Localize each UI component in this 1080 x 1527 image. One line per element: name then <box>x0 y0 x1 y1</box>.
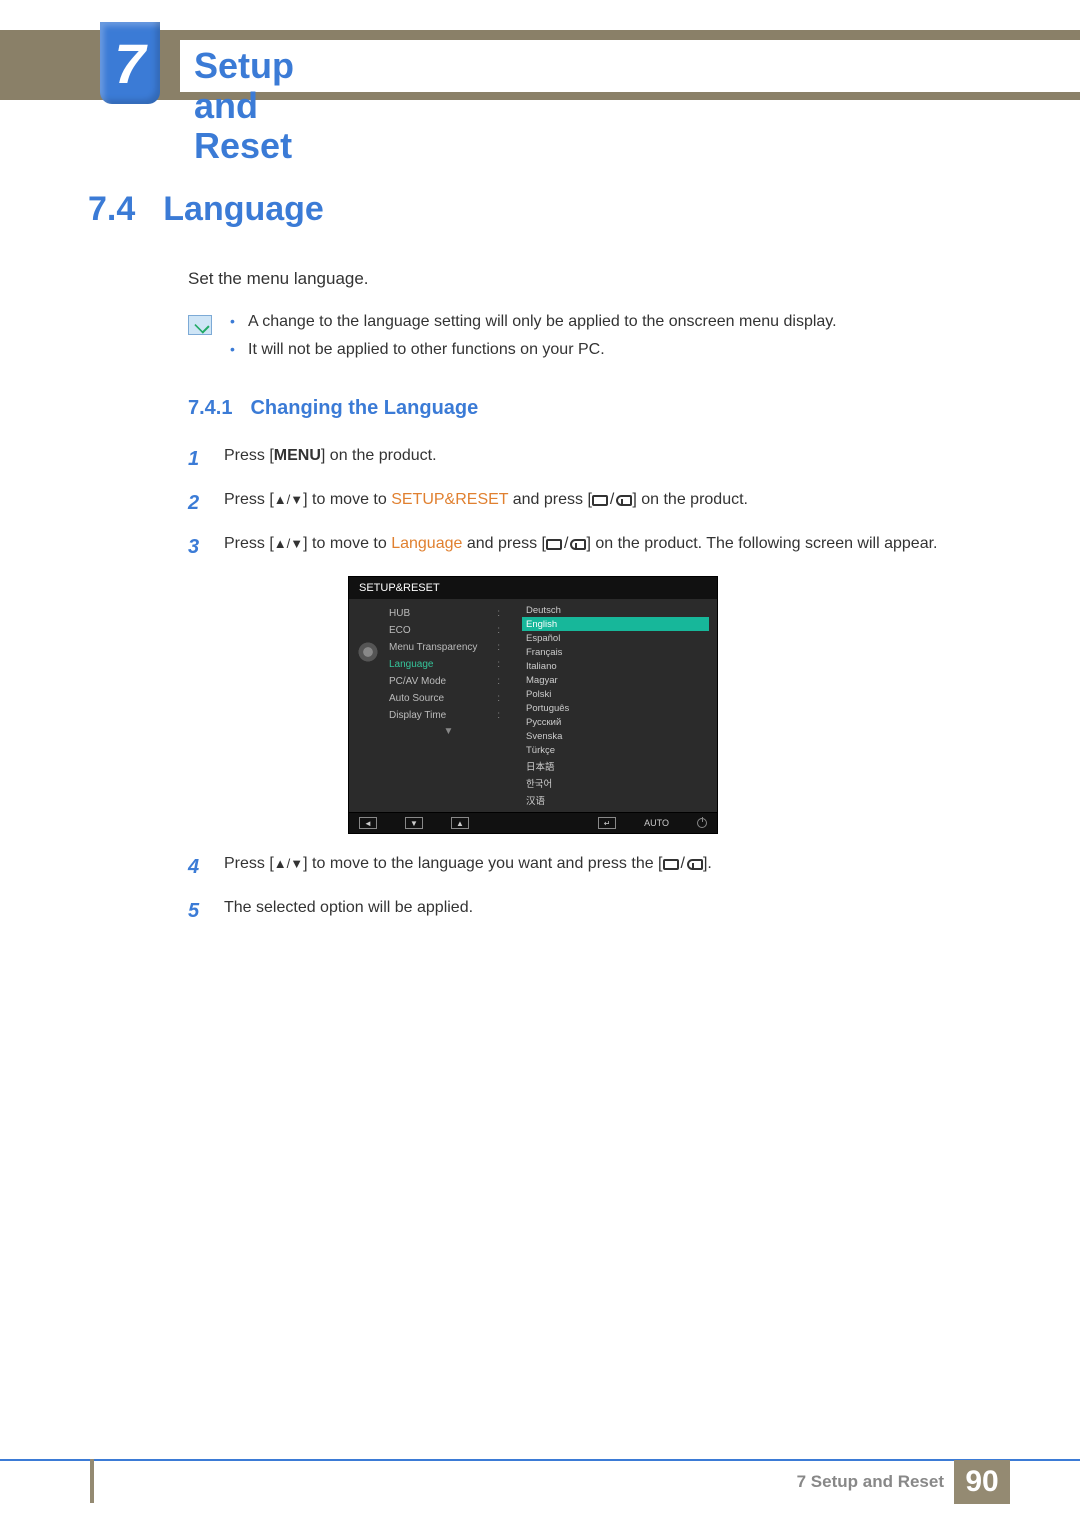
text: ] to move to the language you want and p… <box>303 855 662 872</box>
up-down-icon: ▲/▼ <box>274 490 303 510</box>
osd-back-icon: ◄ <box>359 817 377 829</box>
chapter-number-badge: 7 <box>100 22 160 104</box>
text: Press [ <box>224 855 274 872</box>
osd-up-icon: ▲ <box>451 817 469 829</box>
osd-language-item: Deutsch <box>522 603 709 617</box>
page-content: 7.4 Language Set the menu language. A ch… <box>88 190 1010 940</box>
osd-language-item: Polski <box>522 687 709 701</box>
step-text: Press [▲/▼] to move to SETUP&RESET and p… <box>224 488 748 518</box>
osd-title: SETUP&RESET <box>349 577 717 599</box>
highlight-setup-reset: SETUP&RESET <box>391 491 508 508</box>
osd-language-item: Magyar <box>522 673 709 687</box>
text: ]. <box>703 855 712 872</box>
osd-down-icon: ▼ <box>405 817 423 829</box>
step-number: 1 <box>188 444 206 474</box>
text: and press [ <box>462 535 546 552</box>
step-number: 3 <box>188 532 206 562</box>
step-3: 3 Press [▲/▼] to move to Language and pr… <box>188 532 1010 562</box>
text: Press [ <box>224 491 274 508</box>
text: ] on the product. <box>632 491 748 508</box>
osd-menu-item: ECO <box>389 622 508 639</box>
osd-language-item: 汉语 <box>522 791 709 808</box>
osd-language-item: English <box>522 617 709 631</box>
osd-screenshot: SETUP&RESET HUBECOMenu TransparencyLangu… <box>348 576 1010 834</box>
osd-language-item: Русский <box>522 715 709 729</box>
subsection-number: 7.4.1 <box>188 397 232 420</box>
step-5: 5 The selected option will be applied. <box>188 896 1010 926</box>
note-item: It will not be applied to other function… <box>230 341 837 359</box>
osd-menu-left: HUBECOMenu TransparencyLanguagePC/AV Mod… <box>349 599 514 812</box>
step-number: 5 <box>188 896 206 926</box>
osd-footer: ◄ ▼ ▲ ↵ AUTO <box>349 812 717 833</box>
section-title: Language <box>163 190 324 229</box>
up-down-icon: ▲/▼ <box>274 534 303 554</box>
osd-menu-item: PC/AV Mode <box>389 673 508 690</box>
up-down-icon: ▲/▼ <box>274 854 303 874</box>
osd-language-item: Português <box>522 701 709 715</box>
step-text: Press [▲/▼] to move to Language and pres… <box>224 532 937 562</box>
osd-menu-item: Display Time <box>389 707 508 724</box>
page-number: 90 <box>954 1460 1010 1504</box>
text: ] on the product. The following screen w… <box>586 535 937 552</box>
source-enter-icon: / <box>663 852 703 876</box>
step-text: Press [MENU] on the product. <box>224 444 437 474</box>
gear-icon <box>357 641 379 663</box>
step-2: 2 Press [▲/▼] to move to SETUP&RESET and… <box>188 488 1010 518</box>
osd-language-item: 日本語 <box>522 757 709 774</box>
note-item: A change to the language setting will on… <box>230 313 837 331</box>
menu-key: MENU <box>274 447 321 464</box>
note-list: A change to the language setting will on… <box>230 313 837 369</box>
text: ] to move to <box>303 535 391 552</box>
step-1: 1 Press [MENU] on the product. <box>188 444 1010 474</box>
source-enter-icon: / <box>546 532 586 556</box>
osd-language-item: 한국어 <box>522 774 709 791</box>
step-text: The selected option will be applied. <box>224 896 473 926</box>
osd-menu-item: Auto Source <box>389 690 508 707</box>
section-heading: 7.4 Language <box>88 190 1010 229</box>
osd-language-item: Español <box>522 631 709 645</box>
osd-language-item: Italiano <box>522 659 709 673</box>
osd-language-item: Français <box>522 645 709 659</box>
note-block: A change to the language setting will on… <box>188 313 1010 369</box>
osd-language-item: Svenska <box>522 729 709 743</box>
text: and press [ <box>508 491 592 508</box>
text: Press [ <box>224 447 274 464</box>
step-4: 4 Press [▲/▼] to move to the language yo… <box>188 852 1010 882</box>
subsection-title: Changing the Language <box>250 397 478 420</box>
osd-language-list: DeutschEnglishEspañolFrançaisItalianoMag… <box>514 599 717 812</box>
chevron-down-icon: ▼ <box>389 724 508 737</box>
footer-accent <box>90 1459 94 1503</box>
text: ] on the product. <box>321 447 437 464</box>
osd-auto-label: AUTO <box>644 818 669 828</box>
subsection-heading: 7.4.1 Changing the Language <box>188 397 1010 420</box>
osd-enter-icon: ↵ <box>598 817 616 829</box>
chapter-title: Setup and Reset <box>180 40 1080 92</box>
osd-menu-item: Menu Transparency <box>389 639 508 656</box>
step-number: 4 <box>188 852 206 882</box>
source-enter-icon: / <box>592 488 632 512</box>
step-text: Press [▲/▼] to move to the language you … <box>224 852 712 882</box>
highlight-language: Language <box>391 535 462 552</box>
step-number: 2 <box>188 488 206 518</box>
text: Press [ <box>224 535 274 552</box>
power-icon <box>697 818 707 828</box>
page-footer: 7 Setup and Reset 90 <box>0 1459 1080 1503</box>
note-icon <box>188 315 212 335</box>
osd-menu-item: Language <box>389 656 508 673</box>
footer-chapter-label: 7 Setup and Reset <box>797 1472 944 1492</box>
section-number: 7.4 <box>88 190 135 229</box>
text: ] to move to <box>303 491 391 508</box>
osd-menu-item: HUB <box>389 605 508 622</box>
step-list: 1 Press [MENU] on the product. 2 Press [… <box>188 444 1010 926</box>
osd-language-item: Türkçe <box>522 743 709 757</box>
section-intro: Set the menu language. <box>188 269 1010 289</box>
